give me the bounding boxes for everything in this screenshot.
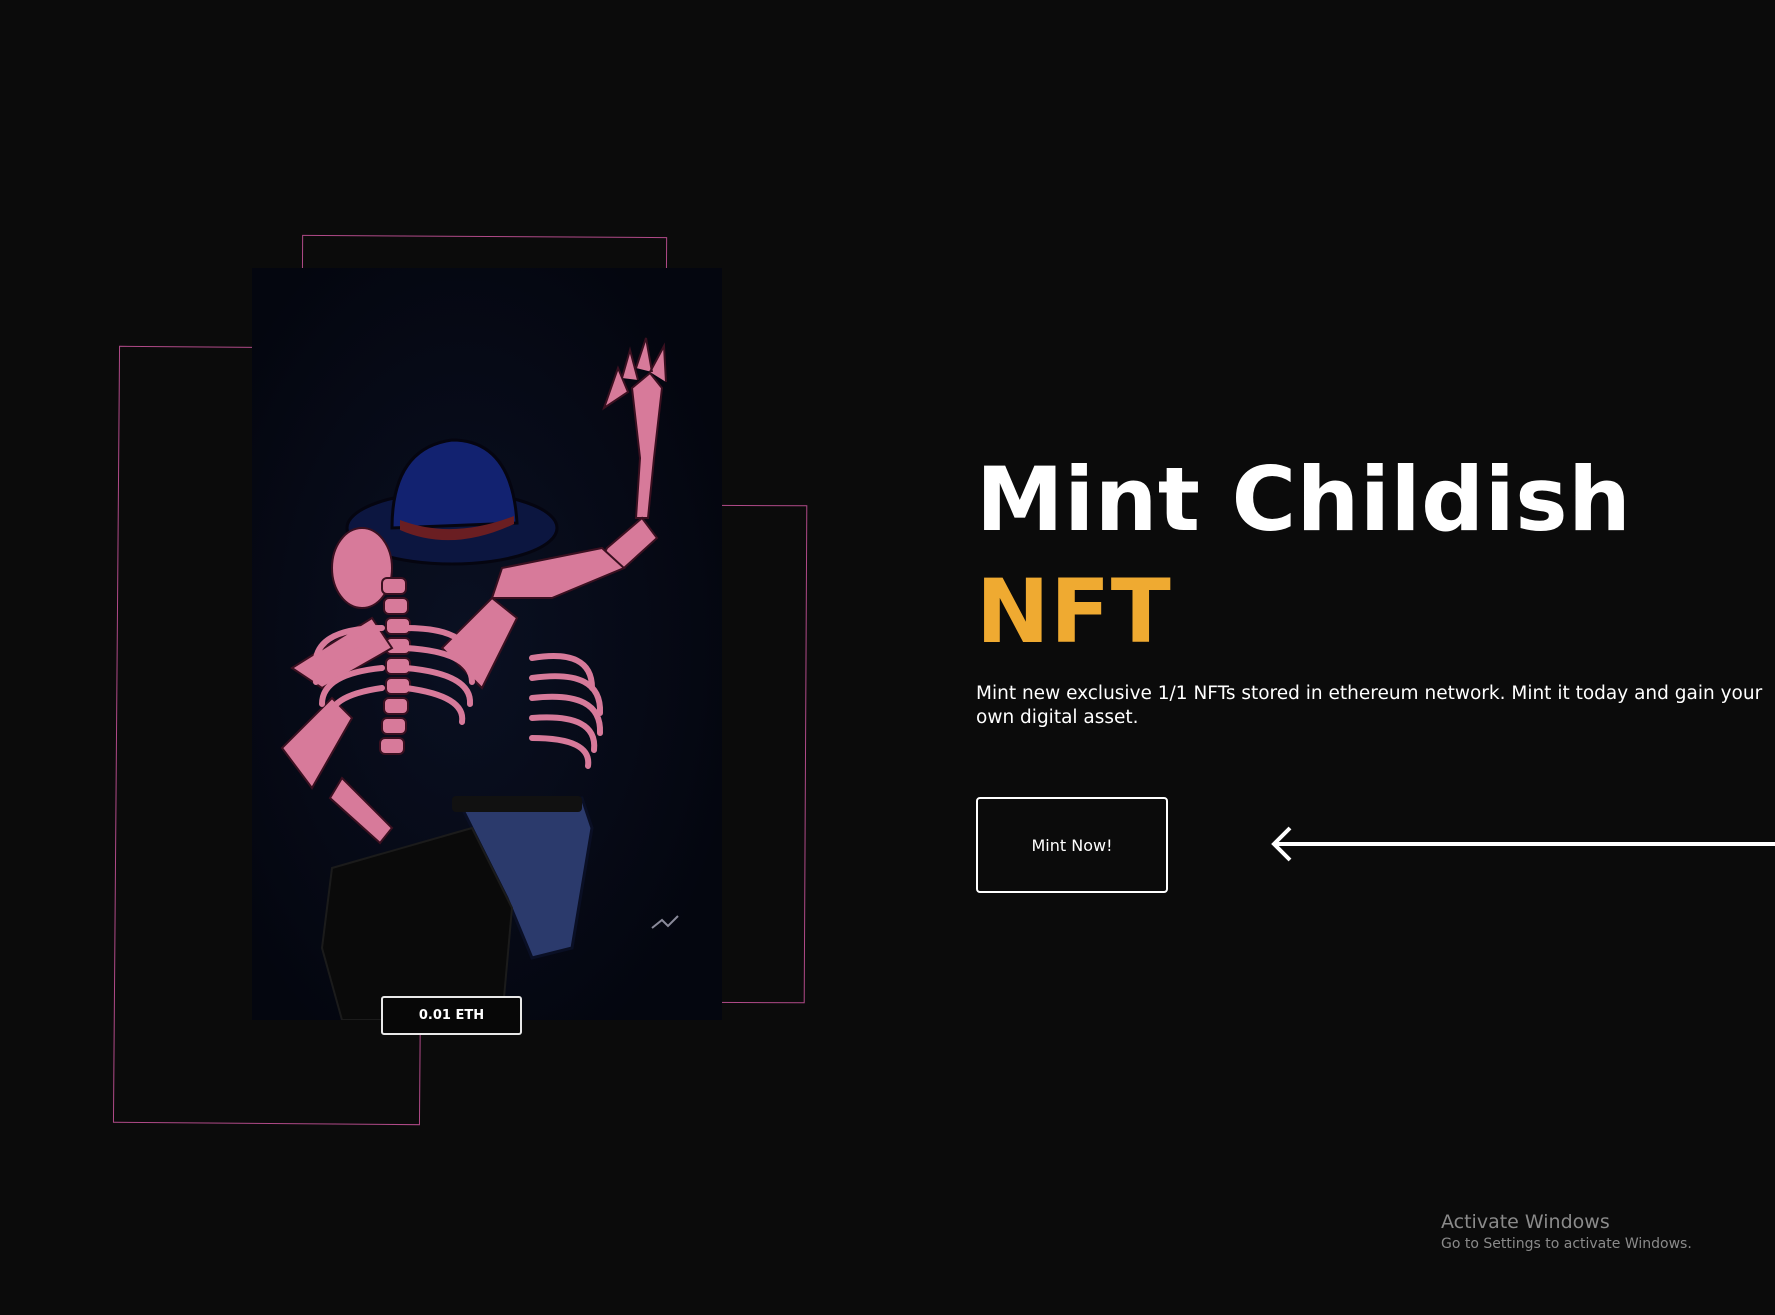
hero-title-accent: NFT	[976, 560, 1172, 663]
watermark-title: Activate Windows	[1441, 1211, 1610, 1233]
hero-title-line1: Mint Childish	[976, 448, 1632, 551]
nft-artwork	[252, 268, 722, 1020]
activate-windows-watermark: Activate Windows Go to Settings to activ…	[1441, 1210, 1692, 1254]
hero-description: Mint new exclusive 1/1 NFTs stored in et…	[976, 683, 1763, 728]
hero-title: Mint Childish NFT	[976, 444, 1631, 668]
watermark-subtitle: Go to Settings to activate Windows.	[1441, 1236, 1692, 1252]
price-badge: 0.01 ETH	[381, 996, 522, 1035]
skeleton-illustration	[252, 268, 722, 1020]
mint-now-button[interactable]: Mint Now!	[976, 797, 1168, 893]
arrow-left-icon	[1271, 826, 1775, 862]
